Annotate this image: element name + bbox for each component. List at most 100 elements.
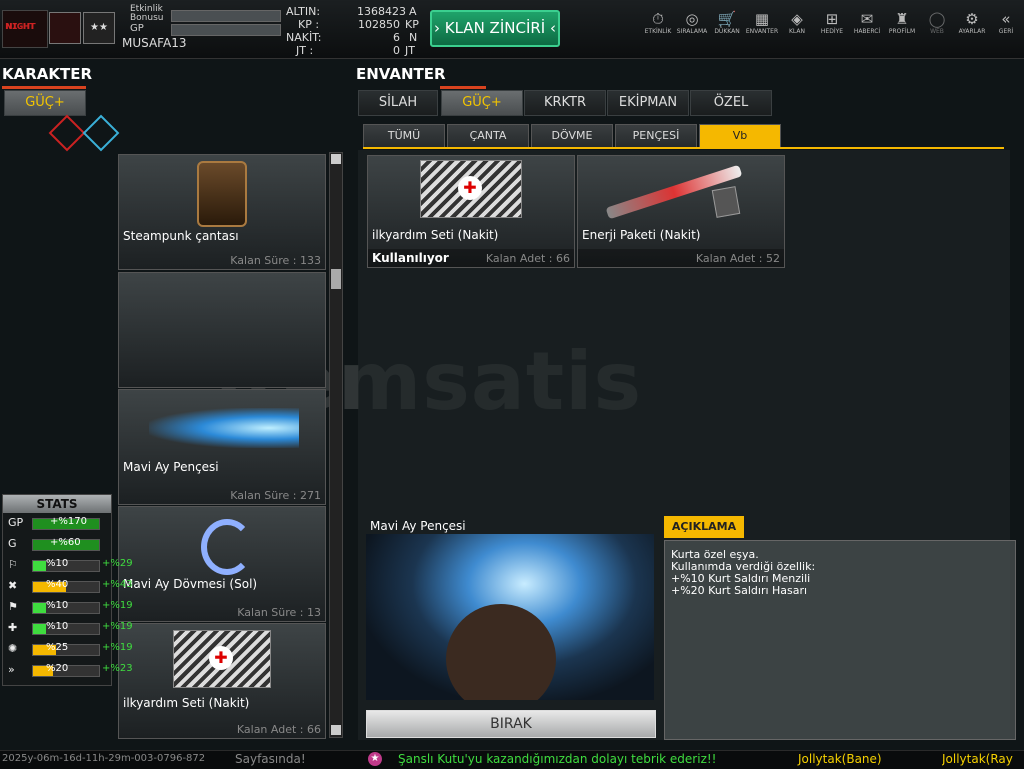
inventory-icon: ▦: [754, 10, 770, 28]
ticker-user[interactable]: Jollytak(Bane): [798, 752, 882, 766]
item-count: Kalan Adet : 52: [695, 252, 780, 265]
stat-icon: ⚐: [8, 558, 18, 571]
in-use-label: Kullanılıyor: [372, 251, 449, 265]
gp-bar: [171, 24, 281, 36]
bonus-bar: [171, 10, 281, 22]
subtab-bag[interactable]: ÇANTA: [447, 124, 529, 148]
claw-image: [149, 408, 299, 448]
stat-icon: G: [8, 537, 17, 550]
nav-label: SIRALAMA: [676, 28, 708, 35]
item-name: ilkyardım Seti (Nakit): [372, 228, 499, 242]
item-duration: Kalan Süre : 271: [230, 489, 321, 502]
stat-value: %40: [46, 579, 69, 590]
item-name: Mavi Ay Pençesi: [123, 460, 219, 474]
nav-shop[interactable]: 🛒 DÜKKAN: [709, 10, 745, 40]
back-icon: «: [1001, 10, 1011, 28]
nav-profile[interactable]: ♜ PROFİLM: [884, 10, 920, 40]
tab-character[interactable]: KRKTR: [524, 90, 606, 116]
item-count: Kalan Adet : 66: [485, 252, 570, 265]
subtab-etc[interactable]: Vb: [699, 124, 781, 148]
star-icon: ★: [368, 752, 382, 766]
selected-item-name: Mavi Ay Pençesi: [370, 519, 466, 533]
stat-bonus: +%19: [102, 642, 133, 653]
subtab-all[interactable]: TÜMÜ: [363, 124, 445, 148]
drop-button[interactable]: BIRAK: [366, 710, 656, 738]
injector-grip: [711, 186, 741, 218]
rage-icon: [48, 114, 86, 152]
gp-label: GP: [130, 23, 144, 34]
medical-cross-icon: ✚: [209, 646, 233, 670]
stat-bonus: +%23: [102, 663, 133, 674]
nav-gift[interactable]: ⊞ HEDİYE: [814, 10, 850, 40]
nav-ranking[interactable]: ◎ SIRALAMA: [674, 10, 710, 40]
equipped-scrollbar[interactable]: [329, 152, 343, 738]
clan-chain-button[interactable]: › KLAN ZİNCİRİ ‹: [430, 10, 560, 47]
scroll-thumb[interactable]: [331, 269, 341, 289]
currency-unit: JT: [405, 44, 415, 57]
title-underline: [2, 86, 86, 89]
nav-settings[interactable]: ⚙ AYARLAR: [954, 10, 990, 40]
item-name: Mavi Ay Dövmesi (Sol): [123, 577, 258, 591]
gift-icon: ⊞: [825, 10, 839, 28]
nav-events[interactable]: ⏱ ETKİNLİK: [640, 10, 676, 40]
nav-label: HABERCİ: [853, 28, 881, 35]
tab-power-plus[interactable]: GÜÇ+: [441, 90, 523, 116]
currency-label: NAKİT:: [286, 31, 322, 44]
stats-title: STATS: [3, 495, 111, 513]
clan-chain-label: KLAN ZİNCİRİ: [444, 19, 546, 37]
subtab-claw[interactable]: PENÇESİ: [615, 124, 697, 148]
stat-bonus: +%43: [102, 579, 133, 590]
ticker-user[interactable]: Jollytak(Ray: [942, 752, 1024, 766]
currency-label: KP :: [298, 18, 320, 31]
list-item[interactable]: ✚ ilkyardım Seti (Nakit) Kalan Adet : 66: [118, 623, 326, 739]
logo-text: ɴɪɢʜᴛ: [5, 19, 36, 32]
stat-icon: »: [8, 663, 15, 676]
stat-value: %25: [46, 642, 69, 653]
item-name: ilkyardım Seti (Nakit): [123, 696, 250, 710]
stat-bar-fill: [33, 561, 47, 571]
stat-value: +%170: [50, 516, 87, 527]
nav-web[interactable]: ◯ WEB: [919, 10, 955, 40]
timestamp: 2025y-06m-16d-11h-29m-003-0796-872: [2, 753, 206, 764]
nav-back[interactable]: «GERİ: [988, 10, 1024, 40]
tab-weapon[interactable]: SİLAH: [358, 90, 438, 116]
nav-inventory[interactable]: ▦ ENVANTER: [744, 10, 780, 40]
nav-messenger[interactable]: ✉ HABERCİ: [849, 10, 885, 40]
medical-cross-icon: ✚: [458, 176, 482, 200]
list-item[interactable]: Mavi Ay Dövmesi (Sol) Kalan Süre : 13: [118, 506, 326, 622]
scroll-down-arrow[interactable]: [331, 725, 341, 735]
stopwatch-icon: ⏱: [652, 10, 664, 28]
currency-label: ALTIN:: [286, 5, 321, 18]
character-title: KARAKTER: [2, 65, 93, 83]
inventory-title: ENVANTER: [356, 65, 446, 83]
description-panel: AÇIKLAMA Kurta özel eşya. Kullanımda ver…: [664, 516, 1016, 740]
stat-value: %10: [46, 600, 69, 611]
description-title: AÇIKLAMA: [664, 516, 744, 538]
stat-icon: ✚: [8, 621, 18, 634]
list-item[interactable]: [118, 272, 326, 388]
ticker-fragment: Sayfasında!: [235, 752, 306, 766]
item-duration: Kalan Süre : 133: [230, 254, 321, 267]
tab-special[interactable]: ÖZEL: [690, 90, 772, 116]
inventory-item[interactable]: ✚ ilkyardım Seti (Nakit) Kullanılıyor Ka…: [367, 155, 575, 268]
nav-label: ETKİNLİK: [644, 28, 672, 35]
profile-icon: ♜: [895, 10, 909, 28]
inventory-item[interactable]: Enerji Paketi (Nakit) Kalan Adet : 52: [577, 155, 785, 268]
rank-badge: ★★: [83, 12, 115, 44]
subtab-tattoo[interactable]: DÖVME: [531, 124, 613, 148]
stat-bar-fill: [33, 603, 47, 613]
tab-equipment[interactable]: EKİPMAN: [607, 90, 689, 116]
scroll-up-arrow[interactable]: [331, 154, 341, 164]
stats-rows: GP +%170 G +%60 ⚐ %10 +%29 ✖ %40 +%43 ⚑ %10 +%19 ✚ %10…: [2, 514, 133, 684]
clan-emblem[interactable]: [49, 12, 81, 44]
game-logo: ɴɪɢʜᴛ: [2, 10, 48, 48]
nav-label: ENVANTER: [745, 28, 779, 35]
stat-value: +%60: [50, 537, 81, 548]
list-item[interactable]: Steampunk çantası Kalan Süre : 133: [118, 154, 326, 270]
tab-power-plus[interactable]: GÜÇ+: [4, 90, 86, 116]
stat-bonus: +%29: [102, 558, 133, 569]
list-item[interactable]: Mavi Ay Pençesi Kalan Süre : 271: [118, 389, 326, 505]
nav-clan[interactable]: ◈ KLAN: [779, 10, 815, 40]
backpack-image: [197, 161, 247, 227]
ticker-message: Şanslı Kutu'yu kazandığımızdan dolayı te…: [398, 752, 717, 766]
